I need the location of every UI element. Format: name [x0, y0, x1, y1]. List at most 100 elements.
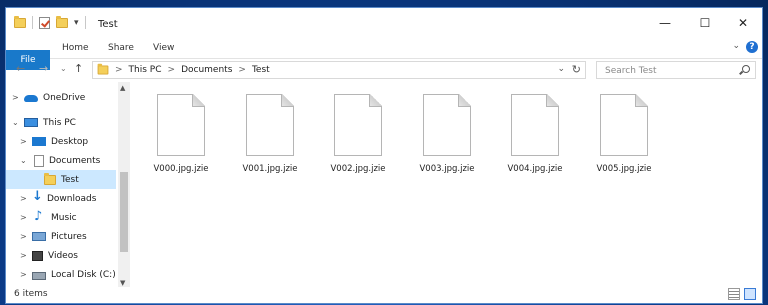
scroll-up-icon[interactable]: ▲: [120, 84, 125, 92]
large-icons-view-icon[interactable]: [744, 288, 756, 300]
scroll-down-icon[interactable]: ▼: [120, 279, 125, 287]
sidebar-item-label: This PC: [43, 117, 76, 128]
download-icon: [32, 189, 43, 204]
file-name: V000.jpg.jzie: [153, 164, 209, 174]
file-item[interactable]: V004.jpg.jzie: [496, 94, 574, 174]
recent-locations-button[interactable]: ⌄: [60, 64, 67, 73]
expand-icon[interactable]: >: [20, 251, 27, 260]
file-icon: [600, 94, 648, 156]
file-item[interactable]: V000.jpg.jzie: [142, 94, 220, 174]
sidebar-item-downloads[interactable]: > Downloads: [6, 189, 116, 208]
new-folder-icon[interactable]: [56, 15, 68, 28]
collapse-icon[interactable]: ⌄: [12, 118, 19, 127]
film-icon: [32, 250, 43, 261]
title-bar: ▾ Test — ☐ ✕: [6, 8, 762, 38]
sidebar-item-desktop[interactable]: > Desktop: [6, 132, 116, 151]
file-explorer-window: ▾ Test — ☐ ✕ File Home Share View ⌄ ? ← …: [5, 7, 763, 304]
address-bar[interactable]: > This PC > Documents > Test ⌄ ↻: [92, 61, 586, 79]
status-bar: 6 items: [6, 287, 762, 303]
search-box[interactable]: [596, 61, 756, 79]
expand-ribbon-icon[interactable]: ⌄: [732, 41, 740, 51]
expand-icon[interactable]: >: [20, 213, 27, 222]
scrollbar-thumb[interactable]: [120, 172, 128, 252]
sidebar-item-label: Music: [51, 212, 77, 223]
file-item[interactable]: V001.jpg.jzie: [231, 94, 309, 174]
file-list: V000.jpg.jzie V001.jpg.jzie V002.jpg.jzi…: [132, 82, 762, 289]
file-name: V004.jpg.jzie: [507, 164, 563, 174]
file-name: V005.jpg.jzie: [596, 164, 652, 174]
file-icon: [246, 94, 294, 156]
expand-icon[interactable]: >: [20, 270, 27, 279]
minimize-button[interactable]: —: [648, 8, 682, 38]
expand-icon[interactable]: >: [20, 232, 27, 241]
file-name: V001.jpg.jzie: [242, 164, 298, 174]
folder-icon: [97, 63, 109, 75]
details-view-icon[interactable]: [728, 288, 740, 300]
tab-share[interactable]: Share: [108, 38, 134, 58]
folder-icon: [14, 15, 26, 28]
sidebar-item-label: Pictures: [51, 231, 87, 242]
separator: [84, 16, 86, 29]
close-button[interactable]: ✕: [726, 8, 760, 38]
file-name: V002.jpg.jzie: [330, 164, 386, 174]
item-count: 6 items: [14, 289, 48, 299]
breadcrumb-test[interactable]: Test: [252, 65, 270, 75]
desktop-icon: [32, 137, 46, 146]
address-dropdown-icon[interactable]: ⌄: [557, 64, 565, 74]
cloud-icon: [24, 95, 38, 102]
breadcrumb-separator: >: [115, 65, 123, 75]
search-icon[interactable]: [742, 65, 750, 73]
sidebar-item-label: Local Disk (C:): [51, 269, 116, 280]
music-icon: [32, 209, 46, 224]
file-item[interactable]: V002.jpg.jzie: [319, 94, 397, 174]
sidebar-item-label: Test: [61, 174, 79, 185]
file-item[interactable]: V005.jpg.jzie: [585, 94, 663, 174]
breadcrumb-this-pc[interactable]: This PC: [129, 65, 162, 75]
sidebar-item-this-pc[interactable]: ⌄ This PC: [6, 113, 116, 132]
tab-view[interactable]: View: [153, 38, 174, 58]
search-input[interactable]: [603, 63, 737, 79]
help-icon[interactable]: ?: [746, 41, 758, 53]
window-title: Test: [98, 19, 118, 30]
breadcrumb-separator[interactable]: >: [238, 65, 246, 75]
navigation-pane: > OneDrive ⌄ This PC > Desktop ⌄ Documen…: [6, 82, 130, 289]
sidebar-item-pictures[interactable]: > Pictures: [6, 227, 116, 246]
sidebar-item-documents[interactable]: ⌄ Documents: [6, 151, 116, 170]
back-button[interactable]: ←: [16, 62, 25, 75]
sidebar-item-videos[interactable]: > Videos: [6, 246, 116, 265]
sidebar-item-onedrive[interactable]: > OneDrive: [6, 88, 116, 107]
expand-icon[interactable]: >: [20, 137, 27, 146]
qat-dropdown-icon[interactable]: ▾: [74, 18, 79, 28]
file-icon: [511, 94, 559, 156]
maximize-button[interactable]: ☐: [688, 8, 722, 38]
separator: [32, 16, 33, 29]
breadcrumb-separator[interactable]: >: [168, 65, 176, 75]
file-item[interactable]: V003.jpg.jzie: [408, 94, 486, 174]
folder-icon: [44, 172, 56, 185]
sidebar-item-label: Desktop: [51, 136, 89, 147]
computer-icon: [24, 118, 38, 127]
up-button[interactable]: ↑: [74, 62, 83, 75]
breadcrumb-documents[interactable]: Documents: [181, 65, 232, 75]
drive-icon: [32, 271, 46, 280]
navigation-bar: ← → ⌄ ↑ > This PC > Documents > Test ⌄ ↻: [6, 59, 762, 81]
file-icon: [157, 94, 205, 156]
sidebar-item-local-disk[interactable]: > Local Disk (C:): [6, 265, 116, 284]
sidebar-item-label: OneDrive: [43, 92, 86, 103]
pictures-icon: [32, 232, 46, 241]
sidebar-item-label: Videos: [48, 250, 78, 261]
file-name: V003.jpg.jzie: [419, 164, 475, 174]
expand-icon[interactable]: >: [20, 194, 27, 203]
quick-access-toolbar: ▾: [14, 15, 86, 29]
sidebar-item-test[interactable]: Test: [6, 170, 116, 189]
sidebar-item-label: Downloads: [47, 193, 97, 204]
documents-icon: [34, 154, 44, 167]
sidebar-scrollbar[interactable]: ▲ ▼: [118, 82, 130, 289]
tab-home[interactable]: Home: [62, 38, 89, 58]
expand-icon[interactable]: >: [12, 93, 19, 102]
refresh-icon[interactable]: ↻: [572, 63, 581, 76]
sidebar-item-music[interactable]: > Music: [6, 208, 116, 227]
collapse-icon[interactable]: ⌄: [20, 156, 27, 165]
properties-icon[interactable]: [39, 16, 50, 29]
forward-button[interactable]: →: [39, 62, 48, 75]
